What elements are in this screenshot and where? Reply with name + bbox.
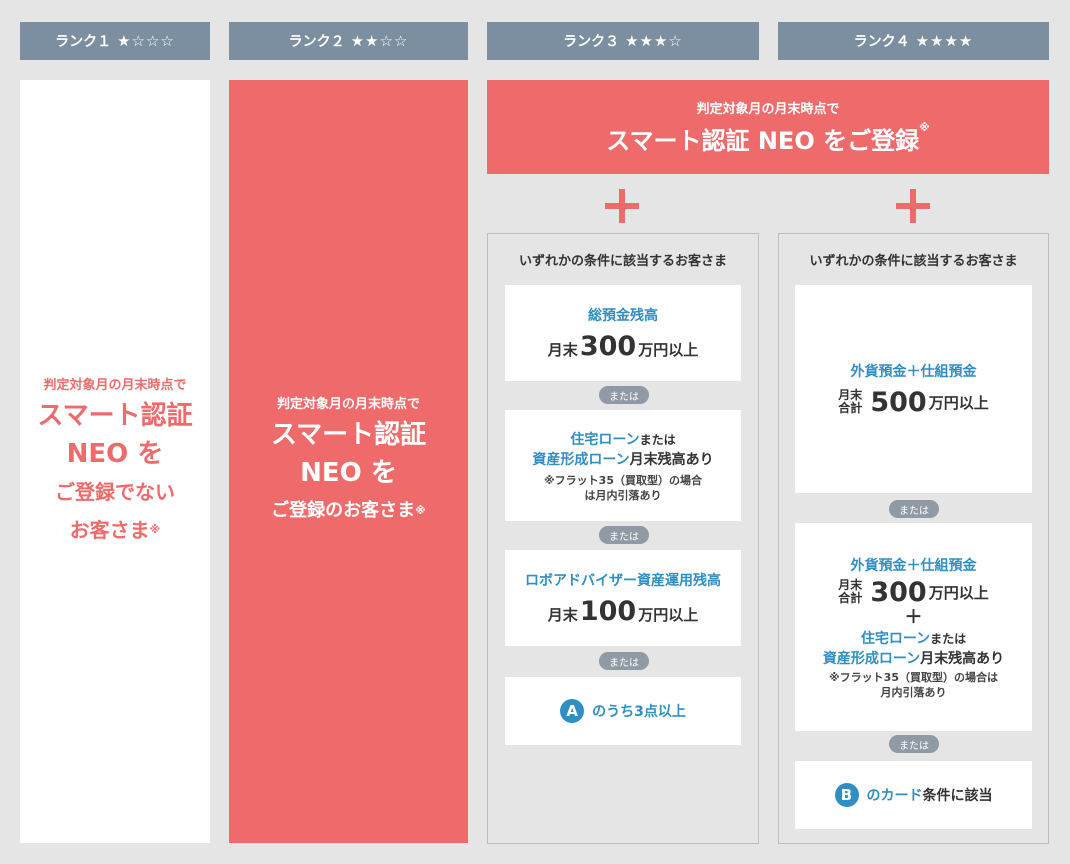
or-pill: または <box>599 526 649 544</box>
rank4-label: ランク４ <box>853 34 910 50</box>
rank3-card2-title-c: 資産形成ローン <box>532 451 630 468</box>
rank1-line4: お客さま <box>69 518 150 542</box>
rank4-card1-stack-b: 合計 <box>838 401 863 415</box>
rank1-line4-wrap: お客さま※ <box>70 511 161 549</box>
rank3-card3-suffix: 万円以上 <box>638 605 699 624</box>
badge-b-icon: B <box>834 783 859 807</box>
rank4-card2-loan-line2: 資産形成ローン月末残高あり <box>823 648 1004 668</box>
rank4-stars: ★★★★ <box>915 32 974 50</box>
rank3-stars: ★★★☆ <box>625 32 683 50</box>
rank4-card2-note1: ※フラット35（買取型）の場合は <box>828 670 998 684</box>
rank4-card2-stack: 月末 合計 <box>838 579 862 605</box>
rank4-card1-title: 外貨預金＋仕組預金 <box>850 363 977 380</box>
or-pill: または <box>599 386 649 404</box>
rank2-panel: 判定対象月の月末時点で スマート認証 NEO を ご登録のお客さま※ <box>229 80 468 843</box>
rank3-card-deposit: 総預金残高 月末 300 万円以上 <box>505 285 741 381</box>
rank2-label: ランク２ <box>288 34 345 50</box>
rank1-label: ランク１ <box>55 34 112 50</box>
or-pill: または <box>889 500 939 518</box>
rank4-conditions-title: いずれかの条件に該当するお客さま <box>809 254 1018 269</box>
rank4-card1-stack: 月末 合計 <box>838 389 862 415</box>
rank2-lead: 判定対象月の月末時点で <box>276 397 420 412</box>
rank3-card2-note1: ※フラット35（買取型）の場合 <box>543 473 702 487</box>
plus-icon-rank3 <box>605 189 639 223</box>
rank1-line2: NEO を <box>66 439 164 469</box>
rank4-card-b: B のカード 条件に該当 <box>795 761 1032 829</box>
rank1-line1: スマート認証 <box>37 401 193 431</box>
neo-banner-main: スマート認証 NEO をご登録 <box>606 127 920 155</box>
rank3-card1-amount: 300 <box>579 330 637 362</box>
rank4-card1-amount-row: 月末 合計 500 万円以上 <box>838 387 988 418</box>
rank2-line3: ご登録のお客さま <box>271 500 416 521</box>
rank4-card3-text-b: 条件に該当 <box>922 788 993 804</box>
rank3-card3-amount: 100 <box>579 595 637 627</box>
rank4-card2-note2: 月内引落あり <box>880 685 947 699</box>
rank3-conditions-title: いずれかの条件に該当するお客さま <box>518 254 727 269</box>
badge-a-icon: A <box>560 699 585 723</box>
neo-banner-mark: ※ <box>919 121 930 134</box>
rank4-conditions: いずれかの条件に該当するお客さま 外貨預金＋仕組預金 月末 合計 500 万円以上… <box>778 233 1049 844</box>
neo-banner-main-wrap: スマート認証 NEO をご登録※ <box>606 121 930 156</box>
rank1-header: ランク１ ★☆☆☆ <box>20 22 210 60</box>
rank3-card2-title-a: 住宅ローン <box>570 431 640 448</box>
plus-icon-rank4 <box>896 189 930 223</box>
rank4-card2-loan-d: 月末残高あり <box>920 650 1005 667</box>
rank4-header: ランク４ ★★★★ <box>778 22 1049 60</box>
rank3-card3-amount-row: 月末 100 万円以上 <box>548 596 698 627</box>
rank2-mark: ※ <box>415 504 426 517</box>
rank2-stars: ★★☆☆ <box>350 32 409 50</box>
rank3-card2-title-b: または <box>639 432 676 447</box>
rank4-card2-stack-a: 月末 <box>838 578 863 592</box>
rank4-card2-title: 外貨預金＋仕組預金 <box>850 557 977 574</box>
rank3-card3-title: ロボアドバイザー資産運用残高 <box>525 572 721 589</box>
rank4-card1-amount: 500 <box>870 386 927 418</box>
rank3-label: ランク３ <box>563 34 620 50</box>
rank4-card3-text-a: のカード <box>866 788 923 804</box>
rank4-card1-suffix: 万円以上 <box>928 393 989 412</box>
rank3-card2-line2: 資産形成ローン月末残高あり <box>532 449 713 469</box>
rank3-card-loan: 住宅ローンまたは 資産形成ローン月末残高あり ※フラット35（買取型）の場合 は… <box>505 410 741 521</box>
rank4-card2-suffix: 万円以上 <box>928 583 989 602</box>
rank3-card2-line1: 住宅ローンまたは <box>570 429 675 449</box>
rank4-card1-stack-a: 月末 <box>838 388 863 402</box>
neo-banner: 判定対象月の月末時点で スマート認証 NEO をご登録※ <box>487 80 1049 174</box>
rank4-card2-loan-b: または <box>930 631 967 646</box>
neo-banner-lead: 判定対象月の月末時点で <box>696 102 840 117</box>
rank4-card2-loan-a: 住宅ローン <box>860 630 931 647</box>
rank3-conditions: いずれかの条件に該当するお客さま 総預金残高 月末 300 万円以上 または 住… <box>487 233 759 844</box>
rank3-card-a: A のうち3点以上 <box>505 677 741 745</box>
rank1-stars: ★☆☆☆ <box>117 32 175 50</box>
rank2-line2: NEO を <box>300 458 397 488</box>
rank4-card2-amount-row: 月末 合計 300 万円以上 <box>838 577 988 608</box>
rank3-card4-text: のうち3点以上 <box>592 704 686 720</box>
rank3-card1-title: 総預金残高 <box>588 307 658 324</box>
rank3-header: ランク３ ★★★☆ <box>487 22 759 60</box>
rank3-card3-prefix: 月末 <box>547 605 578 624</box>
rank1-mark: ※ <box>149 523 161 536</box>
rank3-card1-suffix: 万円以上 <box>638 340 699 359</box>
rank2-line1: スマート認証 <box>270 420 427 450</box>
rank4-card-fx-loan: 外貨預金＋仕組預金 月末 合計 300 万円以上 ＋ 住宅ローンまたは 資産形成ロ… <box>795 523 1032 731</box>
rank4-card2-stack-b: 合計 <box>838 591 863 605</box>
rank2-header: ランク２ ★★☆☆ <box>229 22 468 60</box>
rank4-card2-amount: 300 <box>870 576 927 608</box>
rank3-card1-amount-row: 月末 300 万円以上 <box>548 331 698 362</box>
rank1-lead: 判定対象月の月末時点で <box>43 378 187 393</box>
rank1-panel: 判定対象月の月末時点で スマート認証 NEO を ご登録でない お客さま※ <box>20 80 210 843</box>
or-pill: または <box>599 652 649 670</box>
rank1-line3: ご登録でない <box>55 480 175 504</box>
rank3-card-robo: ロボアドバイザー資産運用残高 月末 100 万円以上 <box>505 550 741 646</box>
rank4-card2-plus: ＋ <box>904 606 923 628</box>
rank3-card1-prefix: 月末 <box>547 340 578 359</box>
rank2-line3-wrap: ご登録のお客さま※ <box>271 492 426 530</box>
rank3-card2-title-d: 月末残高あり <box>629 451 714 468</box>
rank3-card2-note2: は月内引落あり <box>584 488 662 502</box>
rank4-card-fx: 外貨預金＋仕組預金 月末 合計 500 万円以上 <box>795 285 1032 493</box>
rank4-card2-loan-line1: 住宅ローンまたは <box>861 628 966 648</box>
or-pill: または <box>889 735 939 753</box>
rank4-card2-loan-c: 資産形成ローン <box>822 650 921 667</box>
